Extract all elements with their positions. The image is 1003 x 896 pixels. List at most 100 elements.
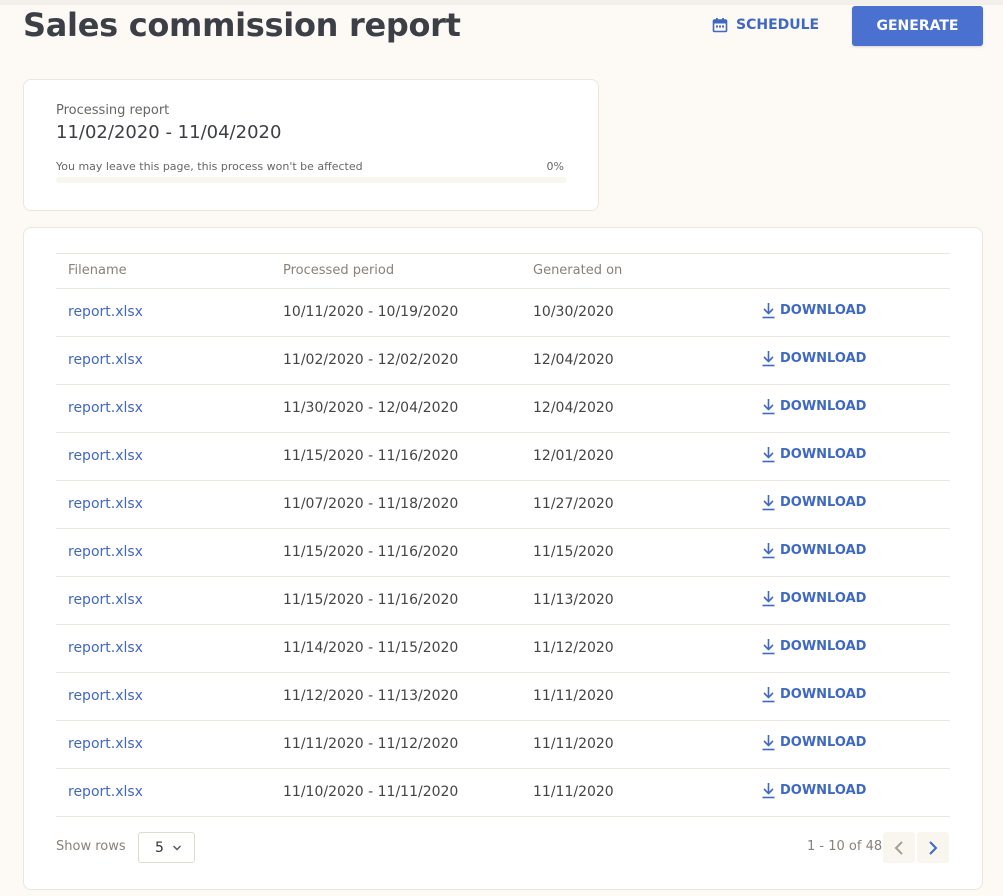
show-rows-label: Show rows — [56, 839, 126, 854]
progress-bar — [56, 177, 567, 183]
download-icon — [762, 399, 775, 415]
generated-on: 11/15/2020 — [533, 544, 614, 560]
download-label: DOWNLOAD — [780, 687, 867, 702]
filename-link[interactable]: report.xlsx — [68, 640, 143, 656]
filename-link[interactable]: report.xlsx — [68, 736, 143, 752]
generate-button[interactable]: GENERATE — [852, 6, 983, 46]
generated-on: 12/04/2020 — [533, 400, 614, 416]
schedule-label: SCHEDULE — [736, 17, 820, 33]
download-button[interactable]: DOWNLOAD — [761, 542, 866, 559]
filename-link[interactable]: report.xlsx — [68, 304, 143, 320]
download-icon — [762, 735, 775, 751]
processing-range: 11/02/2020 - 11/04/2020 — [56, 122, 282, 143]
table-row: report.xlsx 11/02/2020 - 12/02/2020 12/04/… — [56, 337, 950, 385]
download-button[interactable]: DOWNLOAD — [761, 446, 866, 463]
processed-period: 11/30/2020 - 12/04/2020 — [283, 400, 459, 416]
processing-card: Processing report 11/02/2020 - 11/04/202… — [23, 79, 599, 211]
processed-period: 11/14/2020 - 11/15/2020 — [283, 640, 459, 656]
column-header-generated: Generated on — [533, 263, 623, 278]
download-icon — [762, 351, 775, 367]
rows-per-page-select[interactable]: 5 — [138, 832, 195, 863]
download-button[interactable]: DOWNLOAD — [761, 782, 866, 799]
download-icon — [762, 639, 775, 655]
table-row: report.xlsx 11/15/2020 - 11/16/2020 11/15/… — [56, 529, 950, 577]
filename-link[interactable]: report.xlsx — [68, 400, 143, 416]
table-body: report.xlsx 10/11/2020 - 10/19/2020 10/30/… — [56, 289, 950, 817]
column-header-period: Processed period — [283, 263, 395, 278]
download-icon — [762, 303, 775, 319]
download-label: DOWNLOAD — [780, 495, 867, 510]
reports-table: Filename Processed period Generated on r… — [56, 253, 950, 817]
filename-link[interactable]: report.xlsx — [68, 544, 143, 560]
download-label: DOWNLOAD — [780, 639, 867, 654]
filename-link[interactable]: report.xlsx — [68, 688, 143, 704]
filename-link[interactable]: report.xlsx — [68, 592, 143, 608]
processed-period: 11/15/2020 - 11/16/2020 — [283, 448, 459, 464]
download-icon — [762, 543, 775, 559]
table-row: report.xlsx 11/15/2020 - 11/16/2020 11/13/… — [56, 577, 950, 625]
table-row: report.xlsx 10/11/2020 - 10/19/2020 10/30/… — [56, 289, 950, 337]
download-icon — [762, 447, 775, 463]
download-button[interactable]: DOWNLOAD — [761, 638, 866, 655]
table-row: report.xlsx 11/30/2020 - 12/04/2020 12/04/… — [56, 385, 950, 433]
table-row: report.xlsx 11/14/2020 - 11/15/2020 11/12/… — [56, 625, 950, 673]
processed-period: 11/15/2020 - 11/16/2020 — [283, 592, 459, 608]
generated-on: 11/27/2020 — [533, 496, 614, 512]
download-button[interactable]: DOWNLOAD — [761, 686, 866, 703]
download-button[interactable]: DOWNLOAD — [761, 494, 866, 511]
download-label: DOWNLOAD — [780, 447, 867, 462]
download-button[interactable]: DOWNLOAD — [761, 398, 866, 415]
generated-on: 12/04/2020 — [533, 352, 614, 368]
page-title: Sales commission report — [23, 6, 461, 44]
column-header-filename: Filename — [68, 263, 127, 278]
rows-per-page-value: 5 — [155, 839, 164, 856]
table-row: report.xlsx 11/10/2020 - 11/11/2020 11/11/… — [56, 769, 950, 817]
generated-on: 11/12/2020 — [533, 640, 614, 656]
generated-on: 11/13/2020 — [533, 592, 614, 608]
processed-period: 11/12/2020 - 11/13/2020 — [283, 688, 459, 704]
processed-period: 11/11/2020 - 11/12/2020 — [283, 736, 459, 752]
download-button[interactable]: DOWNLOAD — [761, 350, 866, 367]
download-button[interactable]: DOWNLOAD — [761, 734, 866, 751]
processing-percent: 0% — [546, 160, 564, 173]
filename-link[interactable]: report.xlsx — [68, 784, 143, 800]
download-button[interactable]: DOWNLOAD — [761, 302, 866, 319]
reports-card: Filename Processed period Generated on r… — [23, 227, 983, 890]
download-icon — [762, 495, 775, 511]
processed-period: 11/15/2020 - 11/16/2020 — [283, 544, 459, 560]
processed-period: 11/02/2020 - 12/02/2020 — [283, 352, 459, 368]
filename-link[interactable]: report.xlsx — [68, 496, 143, 512]
processed-period: 10/11/2020 - 10/19/2020 — [283, 304, 459, 320]
download-label: DOWNLOAD — [780, 543, 867, 558]
chevron-down-icon — [172, 845, 181, 850]
generated-on: 12/01/2020 — [533, 448, 614, 464]
download-button[interactable]: DOWNLOAD — [761, 590, 866, 607]
generated-on: 11/11/2020 — [533, 688, 614, 704]
download-label: DOWNLOAD — [780, 399, 867, 414]
table-header: Filename Processed period Generated on — [56, 254, 950, 289]
generated-on: 11/11/2020 — [533, 784, 614, 800]
download-label: DOWNLOAD — [780, 783, 867, 798]
chevron-right-icon — [929, 840, 938, 855]
filename-link[interactable]: report.xlsx — [68, 352, 143, 368]
processing-label: Processing report — [56, 103, 170, 118]
table-row: report.xlsx 11/12/2020 - 11/13/2020 11/11/… — [56, 673, 950, 721]
processed-period: 11/07/2020 - 11/18/2020 — [283, 496, 459, 512]
download-icon — [762, 783, 775, 799]
processing-note: You may leave this page, this process wo… — [56, 160, 363, 173]
next-page-button[interactable] — [917, 832, 949, 863]
download-label: DOWNLOAD — [780, 351, 867, 366]
generated-on: 11/11/2020 — [533, 736, 614, 752]
table-row: report.xlsx 11/11/2020 - 11/12/2020 11/11/… — [56, 721, 950, 769]
download-icon — [762, 591, 775, 607]
table-row: report.xlsx 11/15/2020 - 11/16/2020 12/01/… — [56, 433, 950, 481]
top-strip — [0, 0, 1003, 5]
processed-period: 11/10/2020 - 11/11/2020 — [283, 784, 459, 800]
filename-link[interactable]: report.xlsx — [68, 448, 143, 464]
generated-on: 10/30/2020 — [533, 304, 614, 320]
chevron-left-icon — [894, 840, 903, 855]
previous-page-button[interactable] — [883, 832, 915, 863]
schedule-button[interactable]: SCHEDULE — [706, 7, 826, 43]
pagination-info: 1 - 10 of 48 — [807, 839, 883, 854]
download-label: DOWNLOAD — [780, 735, 867, 750]
